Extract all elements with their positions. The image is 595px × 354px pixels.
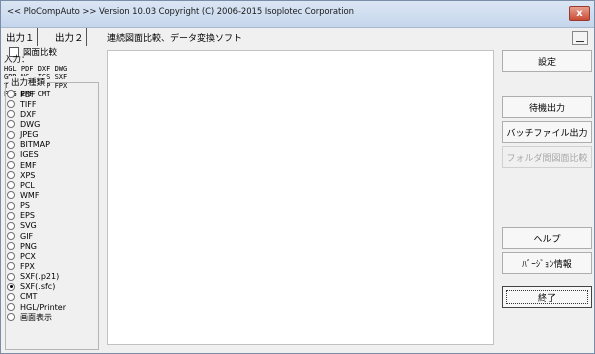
- radio-button[interactable]: [7, 191, 15, 200]
- output-type-option[interactable]: IGES: [7, 150, 66, 160]
- output-type-option[interactable]: TIFF: [7, 99, 66, 109]
- output-type-option[interactable]: WMF: [7, 190, 66, 200]
- radio-button[interactable]: [7, 161, 15, 170]
- minimize-button[interactable]: [572, 31, 588, 45]
- radio-button[interactable]: [7, 232, 15, 241]
- settings-button[interactable]: 設定: [502, 50, 592, 72]
- batch-file-output-button[interactable]: バッチファイル出力: [502, 121, 592, 143]
- output-type-radios: PDF TIFF DXF DWG JPEG BITMAP IGES EMF XPS PCL WMF P…: [7, 89, 66, 322]
- output-type-option[interactable]: CMT: [7, 292, 66, 302]
- input-label: 入力：: [4, 55, 30, 65]
- output-type-option[interactable]: XPS: [7, 170, 66, 180]
- standby-output-button[interactable]: 待機出力: [502, 96, 592, 118]
- output-type-option[interactable]: PNG: [7, 241, 66, 251]
- radio-button[interactable]: [7, 262, 15, 271]
- radio-button[interactable]: [7, 303, 15, 312]
- exit-button[interactable]: 終了: [502, 286, 592, 308]
- folder-compare-button[interactable]: フォルダ間図面比較: [502, 146, 592, 168]
- tab-output-1[interactable]: 出力１: [4, 28, 38, 46]
- radio-button[interactable]: [7, 242, 15, 251]
- radio-button[interactable]: [7, 181, 15, 190]
- radio-button[interactable]: [7, 313, 15, 322]
- output-type-option[interactable]: SVG: [7, 221, 66, 231]
- output-type-label: EMF: [20, 160, 37, 170]
- radio-button[interactable]: [7, 171, 15, 180]
- radio-button[interactable]: [7, 130, 15, 139]
- output-type-option[interactable]: SXF(.sfc): [7, 282, 66, 292]
- output-type-label: PCL: [20, 180, 35, 190]
- output-type-option[interactable]: DXF: [7, 109, 66, 119]
- app-window: << PloCompAuto >> Version 10.03 Copyrigh…: [0, 0, 595, 354]
- radio-button[interactable]: [7, 140, 15, 149]
- minimize-icon: [576, 41, 584, 42]
- output-type-option[interactable]: PCX: [7, 251, 66, 261]
- output-type-label: TIFF: [20, 99, 37, 109]
- radio-button[interactable]: [7, 211, 15, 220]
- output-type-label: EPS: [20, 211, 35, 221]
- title-bar[interactable]: << PloCompAuto >> Version 10.03 Copyrigh…: [1, 1, 594, 28]
- output-type-label: JPEG: [20, 130, 39, 140]
- output-type-option[interactable]: PCL: [7, 180, 66, 190]
- output-type-label: SXF(.sfc): [20, 282, 56, 292]
- output-type-option[interactable]: PS: [7, 201, 66, 211]
- output-type-option[interactable]: PDF: [7, 89, 66, 99]
- help-button[interactable]: ヘルプ: [502, 227, 592, 249]
- output-type-option[interactable]: FPX: [7, 261, 66, 271]
- output-type-option[interactable]: DWG: [7, 119, 66, 129]
- focus-rect: [506, 290, 588, 304]
- output-type-label: WMF: [20, 190, 40, 200]
- radio-button[interactable]: [7, 201, 15, 210]
- output-type-label: DXF: [20, 109, 37, 119]
- radio-button[interactable]: [7, 110, 15, 119]
- output-type-label: CMT: [20, 292, 38, 302]
- app-heading: 連続図面比較、データ変換ソフト: [107, 34, 243, 44]
- output-type-label: XPS: [20, 170, 36, 180]
- output-type-option[interactable]: JPEG: [7, 130, 66, 140]
- output-type-label: BITMAP: [20, 140, 50, 150]
- radio-button[interactable]: [7, 252, 15, 261]
- output-type-title: 出力種類: [9, 76, 48, 88]
- log-textarea[interactable]: [107, 50, 494, 345]
- output-type-option[interactable]: BITMAP: [7, 140, 66, 150]
- close-icon: x: [576, 7, 583, 19]
- radio-button[interactable]: [7, 272, 15, 281]
- window-title: << PloCompAuto >> Version 10.03 Copyrigh…: [7, 7, 354, 17]
- output-type-option[interactable]: 画面表示: [7, 312, 66, 322]
- radio-button[interactable]: [7, 90, 15, 99]
- output-type-option[interactable]: HGL/Printer: [7, 302, 66, 312]
- output-type-label: IGES: [20, 150, 39, 160]
- output-type-label: FPX: [20, 261, 35, 271]
- tab-output-2[interactable]: 出力２: [53, 28, 87, 46]
- output-type-label: DWG: [20, 119, 41, 129]
- radio-button[interactable]: [7, 100, 15, 109]
- output-type-label: GIF: [20, 231, 34, 241]
- output-type-option[interactable]: EPS: [7, 211, 66, 221]
- version-info-button[interactable]: ﾊﾞｰｼﾞｮﾝ情報: [502, 252, 592, 274]
- output-type-label: PDF: [20, 89, 36, 99]
- radio-button[interactable]: [7, 150, 15, 159]
- output-type-label: PNG: [20, 241, 38, 251]
- radio-button[interactable]: [7, 292, 15, 301]
- close-button[interactable]: x: [569, 6, 590, 21]
- output-type-option[interactable]: GIF: [7, 231, 66, 241]
- radio-button[interactable]: [7, 120, 15, 129]
- output-type-label: PCX: [20, 251, 36, 261]
- output-type-label: PS: [20, 201, 30, 211]
- output-type-option[interactable]: SXF(.p21): [7, 272, 66, 282]
- output-type-option[interactable]: EMF: [7, 160, 66, 170]
- output-type-label: HGL/Printer: [20, 302, 66, 312]
- output-type-label: 画面表示: [20, 312, 52, 322]
- output-type-label: SVG: [20, 221, 37, 231]
- radio-button[interactable]: [7, 282, 15, 291]
- output-type-label: SXF(.p21): [20, 272, 60, 282]
- radio-button[interactable]: [7, 221, 15, 230]
